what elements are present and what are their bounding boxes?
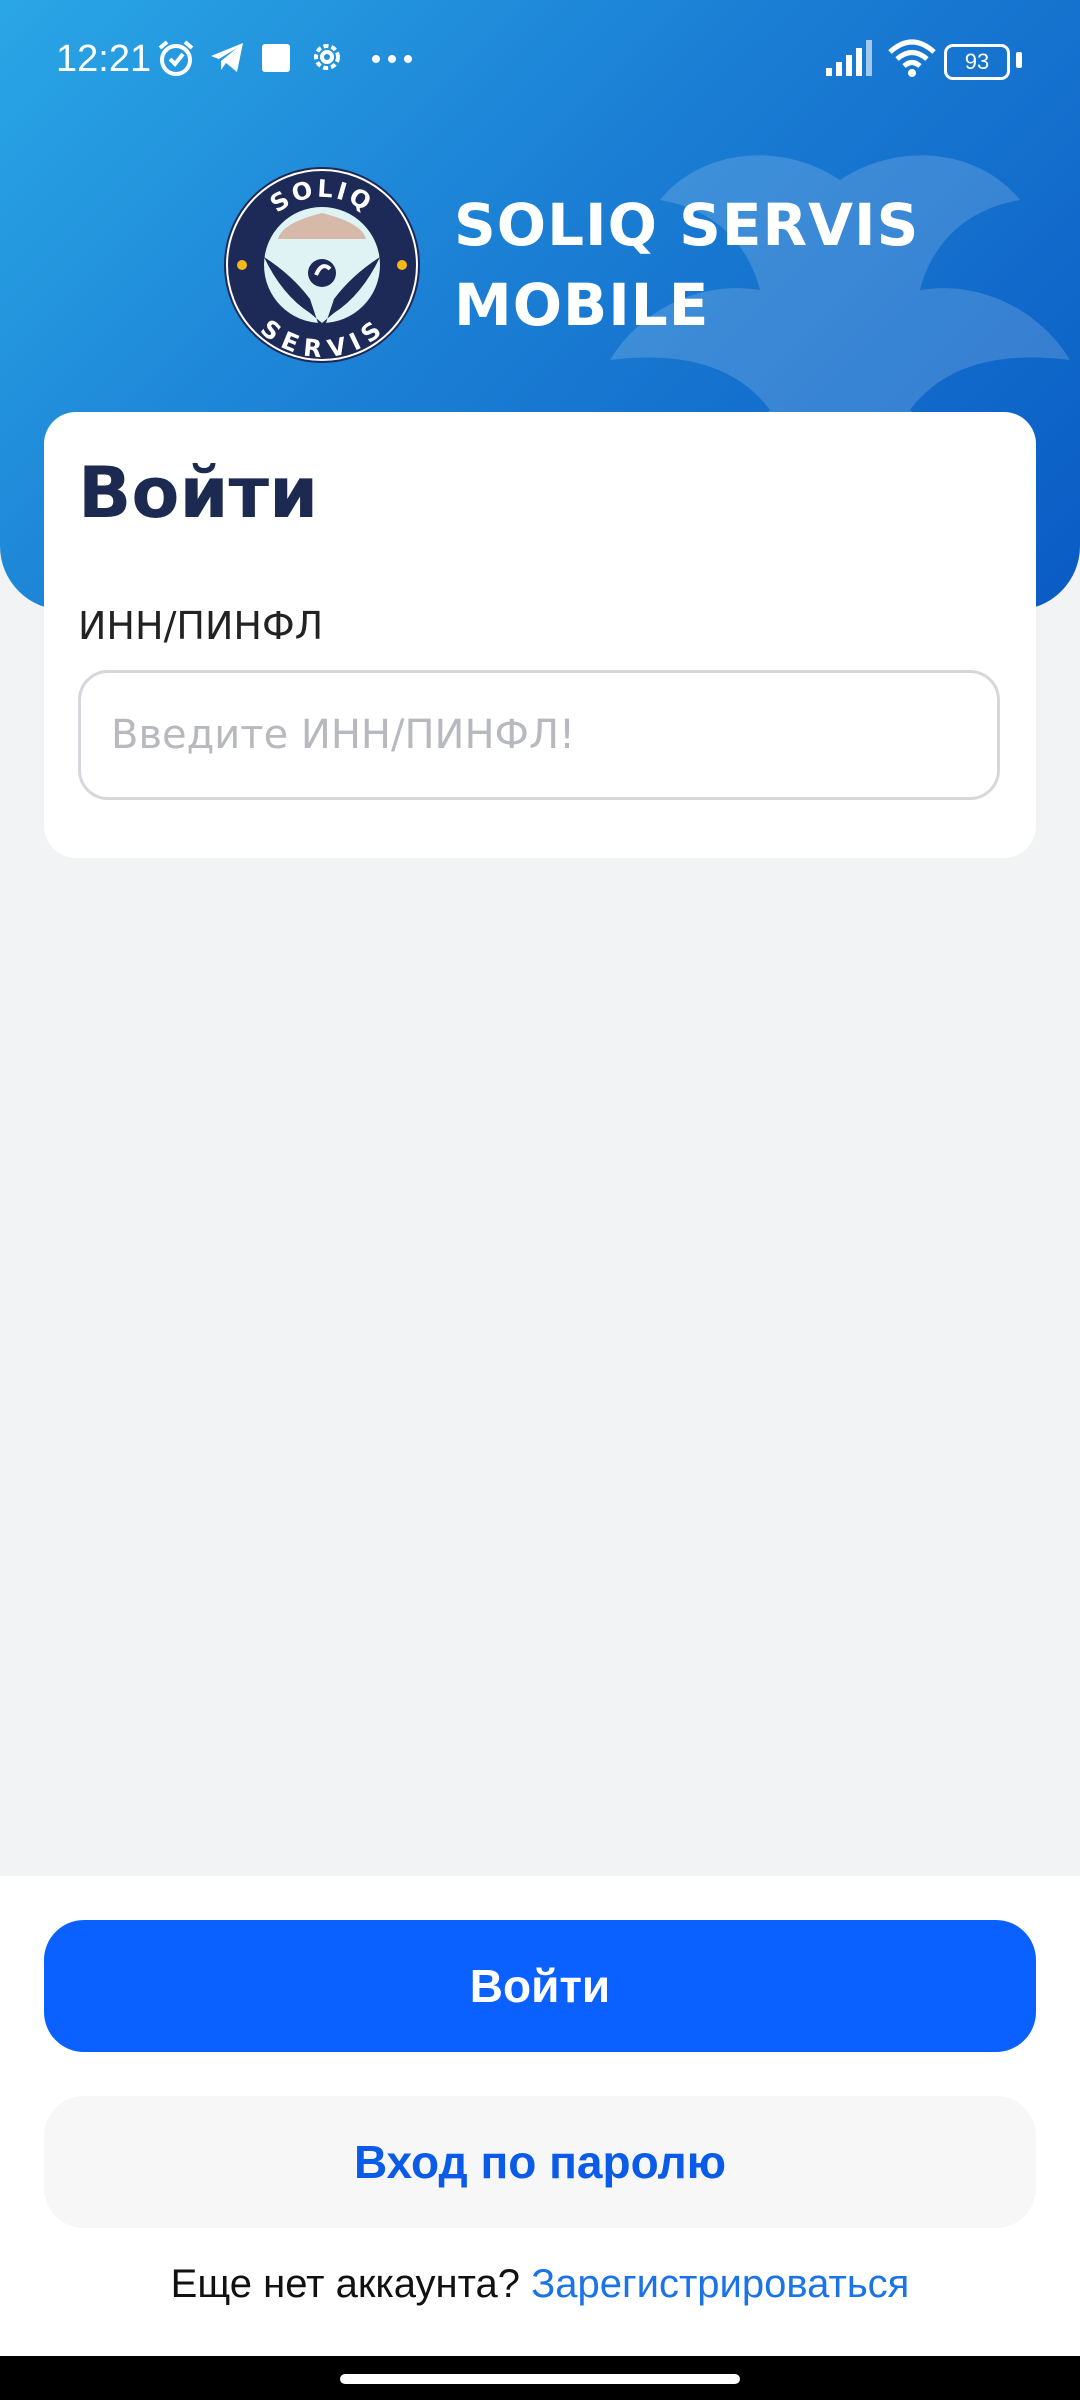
system-nav-bar (0, 2356, 1080, 2400)
register-link[interactable]: Зарегистрироваться (531, 2262, 909, 2306)
soliq-servis-logo: SOLIQ SERVIS (224, 167, 420, 363)
inn-input[interactable] (78, 670, 1000, 800)
battery-tip (1016, 52, 1022, 68)
wifi-icon (888, 39, 936, 77)
more-icon (372, 55, 412, 63)
telegram-icon (211, 43, 243, 72)
page-title: Войти (78, 452, 319, 534)
inn-field-label: ИНН/ПИНФЛ (78, 604, 324, 648)
no-account-text: Еще нет аккаунта? (170, 2262, 520, 2306)
login-button[interactable]: Войти (44, 1920, 1036, 2052)
gear-icon (314, 44, 340, 70)
status-time: 12:21 (56, 38, 152, 80)
alarm-icon (158, 40, 194, 76)
signal-icon (826, 40, 872, 76)
register-prompt: Еще нет аккаунта? Зарегистрироваться (0, 2262, 1080, 2307)
brand-line-2: MOBILE (454, 271, 710, 339)
password-login-button[interactable]: Вход по паролю (44, 2096, 1036, 2228)
battery-icon: 93 (944, 44, 1010, 80)
login-card: Войти ИНН/ПИНФЛ (44, 412, 1036, 858)
square-icon (262, 44, 290, 72)
bottom-actions: Войти Вход по паролю Еще нет аккаунта? З… (0, 1876, 1080, 2356)
home-indicator[interactable] (340, 2374, 740, 2384)
brand-line-1: SOLIQ SERVIS (454, 191, 920, 259)
brand-title: SOLIQ SERVIS MOBILE (454, 185, 919, 345)
status-bar: 12:21 93 (0, 0, 1080, 120)
